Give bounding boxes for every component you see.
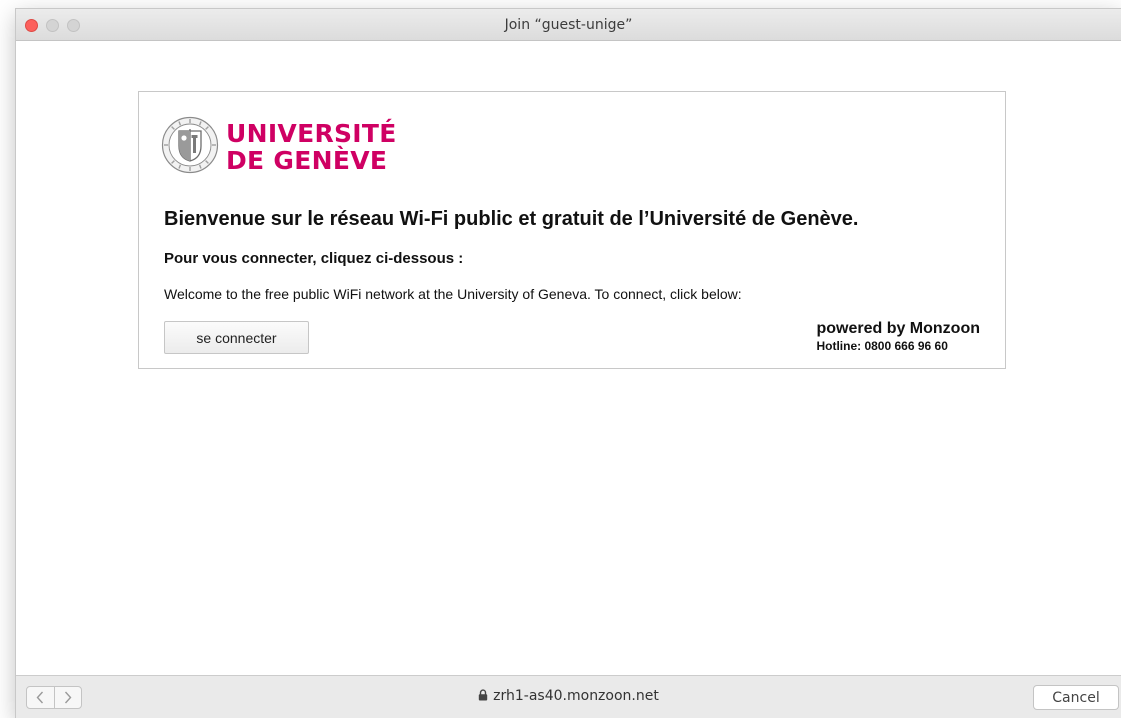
page-address: zrh1-as40.monzoon.net (16, 688, 1121, 704)
hotline-number: Hotline: 0800 666 96 60 (816, 339, 948, 353)
powered-by-label: powered by Monzoon (816, 320, 980, 337)
connect-button[interactable]: se connecter (164, 321, 309, 354)
university-seal-icon (161, 116, 219, 174)
title-bar: Join “guest-unige” (16, 9, 1121, 41)
wordmark-line-2: DE GENÈVE (226, 146, 388, 175)
university-wordmark: UNIVERSITÉ DE GENÈVE (226, 120, 397, 174)
bottom-toolbar: zrh1-as40.monzoon.net Cancel (16, 675, 1121, 718)
window-title: Join “guest-unige” (504, 17, 633, 33)
english-welcome-text: Welcome to the free public WiFi network … (164, 286, 742, 302)
lock-icon (478, 689, 488, 701)
connect-instruction: Pour vous connecter, cliquez ci-dessous … (164, 250, 464, 267)
provider-info: powered by Monzoon Hotline: 0800 666 96 … (816, 320, 980, 353)
portal-card: UNIVERSITÉ DE GENÈVE Bienvenue sur le ré… (138, 91, 1006, 369)
cancel-button[interactable]: Cancel (1033, 685, 1119, 710)
wordmark-line-1: UNIVERSITÉ (226, 119, 397, 148)
captive-portal-window: Join “guest-unige” UNIVERSITÉ DE GENÈVE … (16, 9, 1121, 718)
welcome-headline: Bienvenue sur le réseau Wi-Fi public et … (164, 208, 859, 230)
address-text: zrh1-as40.monzoon.net (493, 688, 659, 704)
